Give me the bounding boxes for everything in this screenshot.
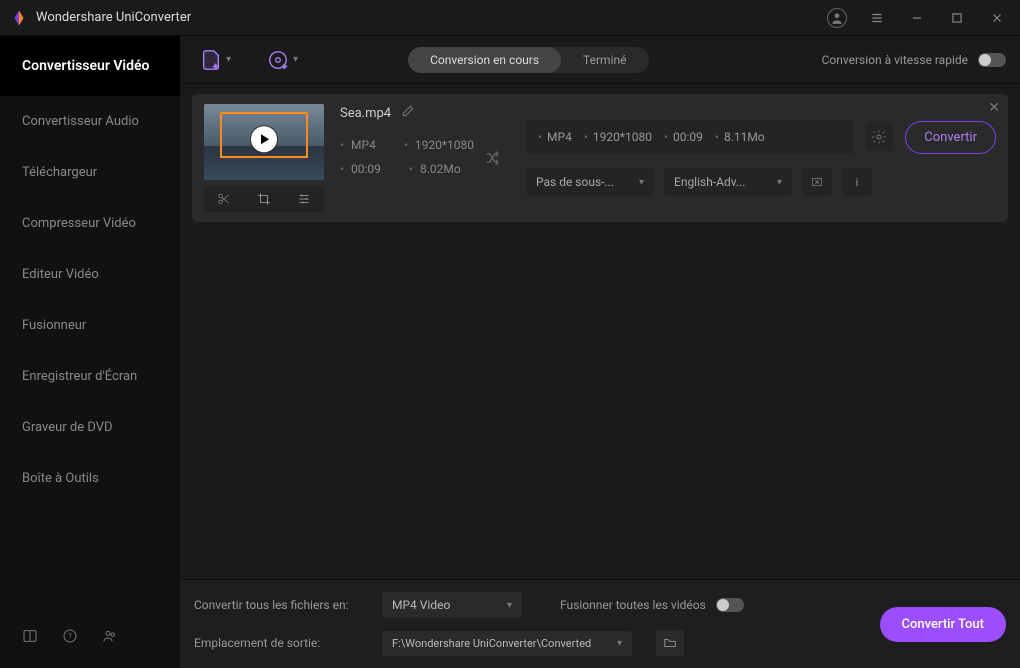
chevron-down-icon: ▾ <box>226 54 231 65</box>
convert-button[interactable]: Convertir <box>905 121 996 154</box>
subtitle-select[interactable]: Pas de sous-...▾ <box>526 168 654 196</box>
open-folder-icon[interactable] <box>656 630 684 656</box>
output-resolution: 1920*1080 <box>584 130 652 144</box>
sidebar-item-editor[interactable]: Editeur Vidéo <box>0 249 180 300</box>
tab-converting[interactable]: Conversion en cours <box>408 47 561 73</box>
speed-label: Conversion à vitesse rapide <box>822 53 968 67</box>
sidebar-item-video-converter[interactable]: Convertisseur Vidéo <box>0 36 180 96</box>
input-format: MP4 <box>340 138 376 152</box>
sidebar: Convertisseur Vidéo Convertisseur Audio … <box>0 36 180 668</box>
sidebar-item-merger[interactable]: Fusionneur <box>0 300 180 351</box>
add-file-button[interactable]: ▾ <box>194 43 237 77</box>
tab-done[interactable]: Terminé <box>561 47 648 73</box>
chevron-down-icon: ▾ <box>639 177 644 188</box>
file-card: ✕ Sea.mp4 <box>192 94 1008 222</box>
chevron-down-icon: ▾ <box>293 54 298 65</box>
community-icon[interactable] <box>102 628 118 648</box>
output-meta: MP4 1920*1080 00:09 8.11Mo <box>526 120 853 154</box>
sidebar-item-toolbox[interactable]: Boîte à Outils <box>0 453 180 504</box>
add-dvd-button[interactable]: ▾ <box>261 43 304 77</box>
audio-select[interactable]: English-Adv...▾ <box>664 168 792 196</box>
app-logo-icon <box>10 9 28 27</box>
input-size: 8.02Mo <box>409 162 461 176</box>
effects-icon[interactable] <box>295 190 313 208</box>
titlebar: Wondershare UniConverter <box>0 0 1020 36</box>
speed-toggle[interactable] <box>978 53 1006 67</box>
crop-icon[interactable] <box>255 190 273 208</box>
input-resolution: 1920*1080 <box>404 138 474 152</box>
output-format-select[interactable]: MP4 Video▾ <box>382 592 522 618</box>
chevron-down-icon: ▾ <box>777 177 782 188</box>
chevron-down-icon: ▾ <box>507 600 512 611</box>
output-path-label: Emplacement de sortie: <box>194 636 364 650</box>
info-button[interactable]: i <box>842 168 872 196</box>
output-duration: 00:09 <box>664 130 703 144</box>
merge-label: Fusionner toutes les vidéos <box>560 598 706 612</box>
play-icon[interactable] <box>250 125 278 153</box>
trim-icon[interactable] <box>215 190 233 208</box>
app-title: Wondershare UniConverter <box>36 10 824 25</box>
convert-all-button[interactable]: Convertir Tout <box>880 607 1007 642</box>
input-duration: 00:09 <box>340 162 381 176</box>
toolbar: ▾ ▾ Conversion en cours Terminé Conversi… <box>180 36 1020 84</box>
status-tabs: Conversion en cours Terminé <box>408 47 648 73</box>
file-name: Sea.mp4 <box>340 106 391 121</box>
minimize-icon[interactable] <box>904 5 930 31</box>
chevron-down-icon: ▾ <box>617 638 622 649</box>
convert-all-label: Convertir tous les fichiers en: <box>194 598 364 612</box>
remove-track-button[interactable] <box>802 168 832 196</box>
menu-icon[interactable] <box>864 5 890 31</box>
output-path-select[interactable]: F:\Wondershare UniConverter\Converted▾ <box>382 631 632 656</box>
settings-icon[interactable] <box>865 123 893 151</box>
rename-icon[interactable] <box>401 104 415 122</box>
convert-arrow-icon <box>484 148 504 172</box>
help-icon[interactable]: ? <box>62 628 78 648</box>
footer: Convertir tous les fichiers en: MP4 Vide… <box>180 579 1020 668</box>
close-icon[interactable] <box>984 5 1010 31</box>
maximize-icon[interactable] <box>944 5 970 31</box>
sidebar-item-recorder[interactable]: Enregistreur d'Écran <box>0 351 180 402</box>
svg-text:?: ? <box>68 632 72 641</box>
sidebar-item-compressor[interactable]: Compresseur Vidéo <box>0 198 180 249</box>
sidebar-item-audio-converter[interactable]: Convertisseur Audio <box>0 96 180 147</box>
tutorial-icon[interactable] <box>22 628 38 648</box>
video-thumbnail[interactable] <box>204 104 324 180</box>
merge-toggle[interactable] <box>716 598 744 612</box>
account-icon[interactable] <box>824 5 850 31</box>
output-size: 8.11Mo <box>715 130 765 144</box>
sidebar-item-dvd[interactable]: Graveur de DVD <box>0 402 180 453</box>
sidebar-item-downloader[interactable]: Téléchargeur <box>0 147 180 198</box>
output-format: MP4 <box>538 130 572 144</box>
remove-file-icon[interactable]: ✕ <box>988 100 1000 116</box>
